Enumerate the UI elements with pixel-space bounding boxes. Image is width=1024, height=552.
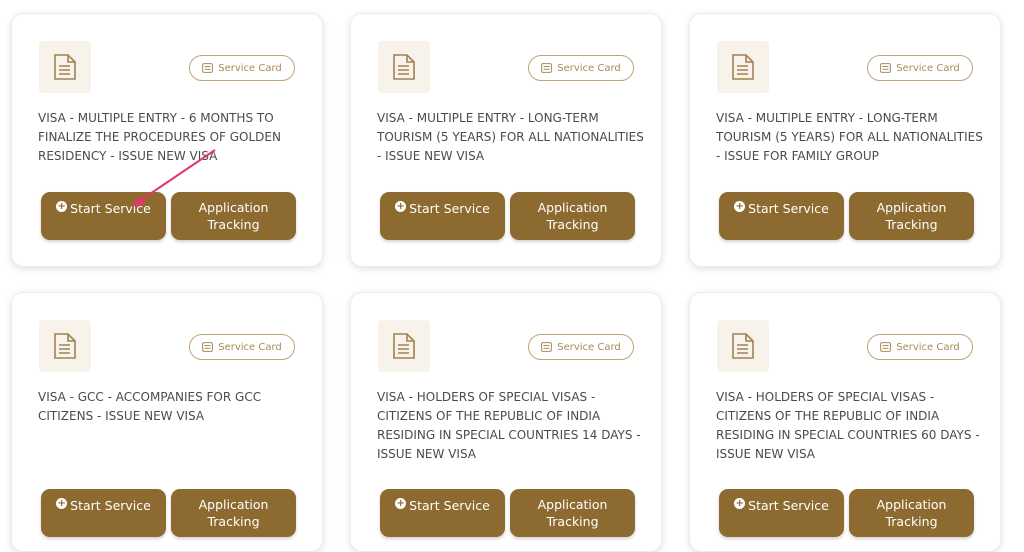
service-title: VISA - MULTIPLE ENTRY - 6 MONTHS TO FINA… (38, 111, 281, 163)
badge-label: Service Card (557, 62, 621, 74)
plus-circle-icon: + (734, 498, 746, 509)
service-card-badge[interactable]: Service Card (189, 334, 295, 360)
service-title: VISA - MULTIPLE ENTRY - LONG-TERM TOURIS… (377, 111, 644, 163)
service-card: Service Card VISA - GCC - ACCOMPANIES FO… (11, 292, 323, 552)
start-service-label: Start Service (70, 498, 151, 513)
start-service-button[interactable]: + Start Service (719, 192, 844, 240)
service-title: VISA - MULTIPLE ENTRY - LONG-TERM TOURIS… (716, 111, 983, 163)
document-icon (717, 41, 769, 93)
badge-label: Service Card (896, 62, 960, 74)
service-title: VISA - GCC - ACCOMPANIES FOR GCC CITIZEN… (38, 390, 262, 423)
tracking-label-line1: Application (876, 200, 947, 215)
tracking-label-line2: Tracking (546, 217, 599, 232)
service-card-icon (880, 342, 892, 352)
service-card: Service Card VISA - HOLDERS OF SPECIAL V… (689, 292, 1001, 552)
start-service-button[interactable]: + Start Service (41, 489, 166, 537)
service-card-icon (202, 342, 214, 352)
tracking-label-line1: Application (537, 200, 608, 215)
tracking-label-line1: Application (198, 200, 269, 215)
application-tracking-button[interactable]: Application Tracking (849, 489, 974, 537)
tracking-label-line2: Tracking (207, 514, 260, 529)
tracking-label-line1: Application (876, 497, 947, 512)
start-service-label: Start Service (409, 201, 490, 216)
start-service-label: Start Service (748, 201, 829, 216)
service-card: Service Card VISA - MULTIPLE ENTRY - LON… (350, 13, 662, 267)
document-icon (39, 320, 91, 372)
service-title: VISA - HOLDERS OF SPECIAL VISAS - CITIZE… (377, 390, 641, 461)
document-icon (39, 41, 91, 93)
tracking-label-line2: Tracking (885, 514, 938, 529)
start-service-button[interactable]: + Start Service (380, 489, 505, 537)
application-tracking-button[interactable]: Application Tracking (510, 192, 635, 240)
tracking-label-line1: Application (198, 497, 269, 512)
tracking-label-line2: Tracking (207, 217, 260, 232)
service-cards-grid: Service Card VISA - MULTIPLE ENTRY - 6 M… (0, 0, 1024, 552)
tracking-label-line1: Application (537, 497, 608, 512)
application-tracking-button[interactable]: Application Tracking (171, 489, 296, 537)
plus-circle-icon: + (395, 498, 407, 509)
badge-label: Service Card (557, 341, 621, 353)
document-icon (717, 320, 769, 372)
plus-circle-icon: + (56, 498, 68, 509)
document-icon (378, 320, 430, 372)
service-card-icon (202, 63, 214, 73)
start-service-label: Start Service (409, 498, 490, 513)
service-card: Service Card VISA - HOLDERS OF SPECIAL V… (350, 292, 662, 552)
badge-label: Service Card (218, 341, 282, 353)
application-tracking-button[interactable]: Application Tracking (849, 192, 974, 240)
start-service-button[interactable]: + Start Service (41, 192, 166, 240)
plus-circle-icon: + (734, 201, 746, 212)
service-card-icon (880, 63, 892, 73)
service-card-icon (541, 63, 553, 73)
service-card: Service Card VISA - MULTIPLE ENTRY - 6 M… (11, 13, 323, 267)
service-card-badge[interactable]: Service Card (528, 334, 634, 360)
document-icon (378, 41, 430, 93)
start-service-label: Start Service (748, 498, 829, 513)
badge-label: Service Card (896, 341, 960, 353)
start-service-label: Start Service (70, 201, 151, 216)
service-card-badge[interactable]: Service Card (189, 55, 295, 81)
plus-circle-icon: + (56, 201, 68, 212)
service-card-icon (541, 342, 553, 352)
application-tracking-button[interactable]: Application Tracking (510, 489, 635, 537)
tracking-label-line2: Tracking (885, 217, 938, 232)
service-card-badge[interactable]: Service Card (867, 55, 973, 81)
service-title: VISA - HOLDERS OF SPECIAL VISAS - CITIZE… (716, 390, 980, 461)
badge-label: Service Card (218, 62, 282, 74)
tracking-label-line2: Tracking (546, 514, 599, 529)
start-service-button[interactable]: + Start Service (719, 489, 844, 537)
service-card: Service Card VISA - MULTIPLE ENTRY - LON… (689, 13, 1001, 267)
plus-circle-icon: + (395, 201, 407, 212)
service-card-badge[interactable]: Service Card (528, 55, 634, 81)
service-card-badge[interactable]: Service Card (867, 334, 973, 360)
start-service-button[interactable]: + Start Service (380, 192, 505, 240)
application-tracking-button[interactable]: Application Tracking (171, 192, 296, 240)
